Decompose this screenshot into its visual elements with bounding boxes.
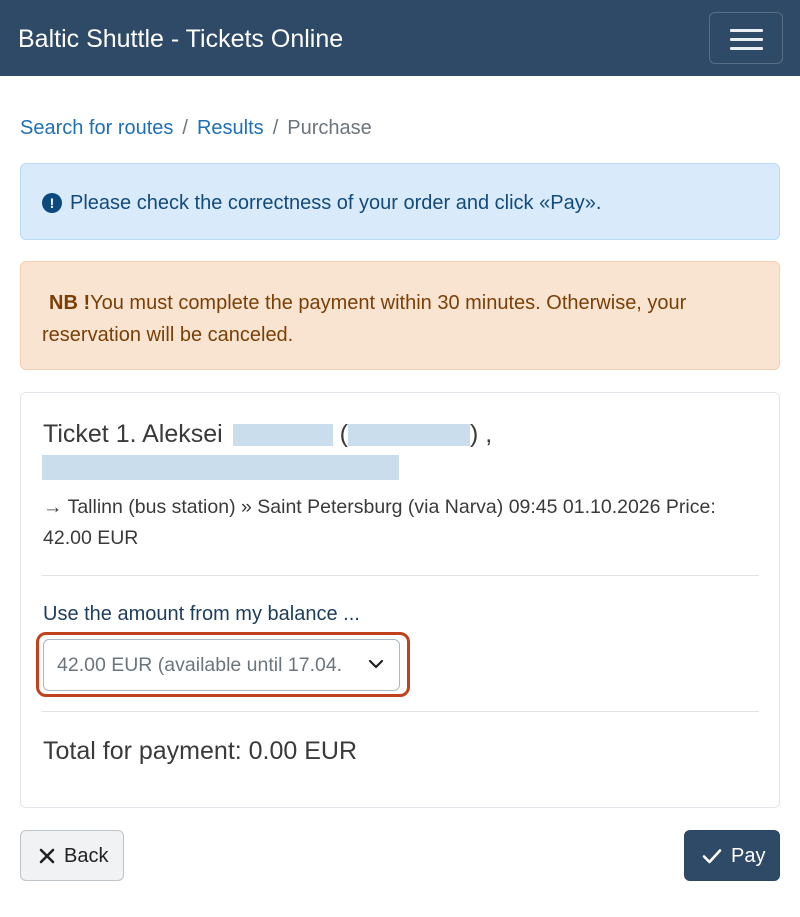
divider [42,711,759,712]
ticket-paren-close: ) , [469,420,493,448]
info-alert: ! Please check the correctness of your o… [20,163,780,240]
chevron-down-icon [368,659,384,669]
warning-alert: NB !You must complete the payment within… [20,261,780,370]
back-button[interactable]: Back [20,830,124,881]
warning-alert-text: NB !You must complete the payment within… [42,287,762,351]
ticket-title: Ticket 1. Aleksei ( ) , [43,419,492,449]
breadcrumb-search-for-routes[interactable]: Search for routes [20,117,173,139]
breadcrumb-purchase: Purchase [287,117,372,139]
exclamation-circle-icon: ! [42,193,62,213]
balance-select[interactable]: 42.00 EUR (available until 17.04. [43,639,400,691]
breadcrumb: Search for routes / Results / Purchase [20,116,372,140]
order-card: Ticket 1. Aleksei ( ) , → Tallinn (bus st… [20,392,780,808]
back-button-label: Back [64,845,109,867]
breadcrumb-separator: / [182,117,188,139]
warning-nb-label: NB ! [49,292,91,314]
checkmark-icon [702,849,722,864]
menu-toggle-button[interactable] [709,12,783,64]
route-text: Tallinn (bus station) » Saint Petersburg… [43,496,716,549]
redacted-document [347,424,470,447]
divider [42,575,759,576]
redacted-contact [42,455,399,480]
balance-label: Use the amount from my balance ... [43,603,360,625]
brand-title[interactable]: Baltic Shuttle - Tickets Online [18,22,343,56]
ticket-paren-open: ( [339,420,348,448]
ticket-name: Ticket 1. Aleksei [43,420,223,448]
warning-message: You must complete the payment within 30 … [42,292,687,346]
pay-button-label: Pay [731,845,766,867]
route-info: → Tallinn (bus station) » Saint Petersbu… [43,492,763,554]
pay-button[interactable]: Pay [684,830,780,881]
navbar: Baltic Shuttle - Tickets Online [0,0,800,76]
close-icon [39,848,55,864]
breadcrumb-results[interactable]: Results [197,117,264,139]
breadcrumb-separator: / [272,117,279,139]
arrow-right-icon: → [43,496,63,518]
total-payment: Total for payment: 0.00 EUR [43,737,358,765]
redacted-surname [232,424,333,447]
balance-select-value: 42.00 EUR (available until 17.04. [57,654,342,676]
info-alert-text: Please check the correctness of your ord… [70,192,602,214]
